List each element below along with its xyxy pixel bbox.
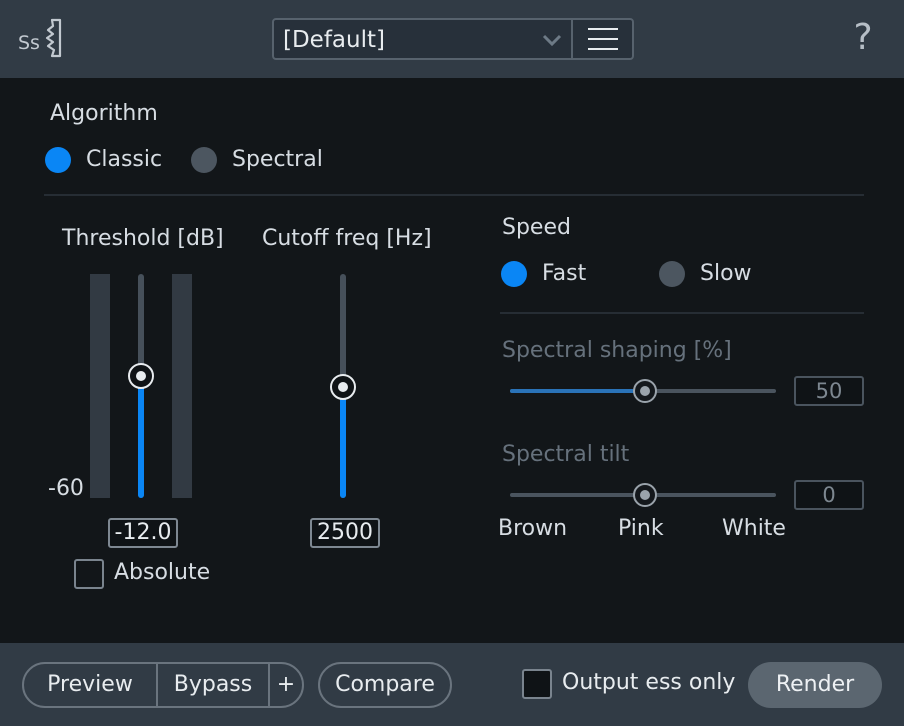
tilt-scale-white: White	[722, 516, 786, 541]
spectral-shaping-value-field[interactable]: 50	[794, 376, 864, 406]
hamburger-menu-icon	[588, 48, 618, 50]
preview-button[interactable]: Preview	[24, 664, 156, 706]
add-bypass-button[interactable]: +	[270, 664, 302, 706]
spectral-tilt-slider-handle[interactable]	[633, 483, 657, 507]
preset-menu-button[interactable]	[573, 20, 632, 58]
cutoff-title: Cutoff freq [Hz]	[262, 226, 432, 251]
spectral-shaping-title: Spectral shaping [%]	[502, 338, 732, 363]
render-button[interactable]: Render	[748, 662, 882, 708]
threshold-slider-handle[interactable]	[128, 363, 154, 389]
tilt-scale-pink: Pink	[618, 516, 664, 541]
main-panel: Algorithm Classic Spectral Threshold [dB…	[0, 78, 904, 643]
hamburger-menu-icon	[588, 38, 618, 40]
bypass-button[interactable]: Bypass	[158, 664, 268, 706]
spectral-shaping-slider-fill	[510, 389, 646, 393]
threshold-meter-scale-label: -60	[48, 476, 84, 501]
output-ess-only-checkbox[interactable]	[522, 669, 552, 699]
threshold-title: Threshold [dB]	[62, 226, 224, 251]
threshold-slider-fill	[138, 376, 144, 498]
algorithm-spectral-radio[interactable]	[191, 147, 217, 173]
preview-bypass-group: Preview Bypass +	[22, 662, 304, 708]
help-button[interactable]: ?	[846, 18, 880, 58]
preset-name: [Default]	[283, 27, 385, 53]
chevron-down-icon[interactable]	[542, 30, 562, 50]
section-divider	[44, 194, 864, 196]
speed-fast-radio[interactable]	[501, 261, 527, 287]
threshold-meter-right	[172, 274, 192, 498]
threshold-value-field[interactable]: -12.0	[108, 518, 178, 548]
spectral-tilt-value-field[interactable]: 0	[794, 480, 864, 510]
de-esser-logo-icon: Ss	[18, 18, 62, 58]
output-ess-only-label[interactable]: Output ess only	[562, 670, 735, 695]
hamburger-menu-icon	[588, 28, 618, 30]
spectral-tilt-title: Spectral tilt	[502, 442, 630, 467]
threshold-meter-left	[90, 274, 110, 498]
speed-slow-label[interactable]: Slow	[700, 261, 752, 286]
cutoff-slider-fill	[340, 387, 346, 498]
speed-divider	[500, 312, 864, 314]
algorithm-spectral-label[interactable]: Spectral	[232, 147, 323, 172]
compare-button[interactable]: Compare	[318, 662, 452, 708]
speed-slow-radio[interactable]	[659, 261, 685, 287]
svg-text:Ss: Ss	[18, 32, 40, 54]
header-bar: Ss [Default] ?	[0, 0, 904, 78]
absolute-label[interactable]: Absolute	[114, 560, 210, 585]
algorithm-classic-radio[interactable]	[45, 147, 71, 173]
absolute-checkbox[interactable]	[74, 559, 104, 589]
algorithm-classic-label[interactable]: Classic	[86, 147, 162, 172]
footer-bar: Preview Bypass + Compare Output ess only…	[0, 643, 904, 726]
algorithm-title: Algorithm	[50, 101, 158, 126]
spectral-shaping-slider-handle[interactable]	[633, 379, 657, 403]
cutoff-slider-handle[interactable]	[330, 374, 356, 400]
speed-title: Speed	[502, 215, 571, 240]
cutoff-value-field[interactable]: 2500	[310, 518, 380, 548]
tilt-scale-brown: Brown	[498, 516, 568, 541]
preset-selector[interactable]: [Default]	[272, 18, 634, 60]
speed-fast-label[interactable]: Fast	[542, 261, 586, 286]
